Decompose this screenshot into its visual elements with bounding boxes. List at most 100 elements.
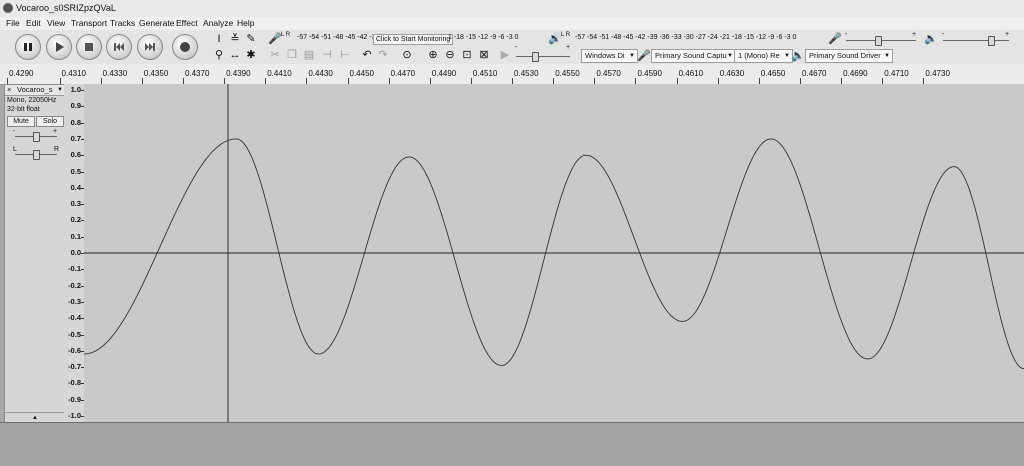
menu-transport[interactable]: Transport [71, 18, 107, 28]
playback-device-value: Primary Sound Driver [809, 51, 881, 60]
zoom-in-icon[interactable]: ⊕ [426, 48, 440, 62]
menu-effect[interactable]: Effect [176, 18, 198, 28]
amplitude-label: 0.7 [70, 133, 81, 143]
sync-lock-icon[interactable]: ⊙ [400, 48, 414, 62]
playback-device-icon: 🔈 [791, 50, 805, 62]
amplitude-label: -0.1 [68, 264, 81, 274]
menu-analyze[interactable]: Analyze [203, 18, 233, 28]
record-button[interactable] [172, 34, 198, 60]
menu-edit[interactable]: Edit [26, 18, 41, 28]
copy-icon[interactable]: ❐ [285, 48, 299, 62]
amplitude-label: 0.5 [70, 166, 81, 176]
gain-thumb[interactable] [33, 132, 40, 142]
pause-button[interactable] [15, 34, 41, 60]
mic-volume-thumb[interactable] [875, 36, 882, 46]
amplitude-label: -0.3 [68, 296, 81, 306]
host-value: Windows Di [585, 51, 625, 60]
selection-tool-icon[interactable]: I [212, 32, 226, 46]
stop-button[interactable] [76, 34, 102, 60]
play-button[interactable] [46, 34, 72, 60]
speaker-volume-max: + [1005, 31, 1010, 38]
ruler-tick-label: 0.4630 [719, 69, 745, 78]
waveform-area[interactable] [83, 84, 1024, 422]
playback-device-select[interactable]: Primary Sound Driver ▼ [805, 49, 893, 63]
close-track-icon[interactable]: × [7, 85, 11, 95]
ruler-tick-label: 0.4610 [678, 69, 704, 78]
envelope-tool-icon[interactable]: ≚ [228, 32, 242, 46]
skip-to-end-button[interactable] [137, 34, 163, 60]
ruler-tick-label: 0.4650 [760, 69, 786, 78]
ruler-tick-label: 0.4470 [390, 69, 416, 78]
channels-select[interactable]: 1 (Mono) Re ▼ [734, 49, 793, 63]
amplitude-label: 0.6 [70, 150, 81, 160]
track-menu-chevron-icon[interactable]: ▼ [57, 85, 63, 95]
ruler-tick-label: 0.4730 [925, 69, 950, 78]
app-icon [3, 3, 13, 13]
fit-project-icon[interactable]: ⊠ [477, 48, 491, 62]
track-name-bar[interactable]: × Vocaroo_s ▼ [5, 85, 65, 96]
amplitude-label: 0.1 [70, 231, 81, 241]
silence-icon[interactable]: ⊢ [338, 48, 352, 62]
menu-view[interactable]: View [47, 18, 65, 28]
menu-generate[interactable]: Generate [139, 18, 174, 28]
speaker-volume-track[interactable] [943, 40, 1009, 41]
undo-icon[interactable]: ↶ [360, 48, 374, 62]
ruler-tick-label: 0.4690 [843, 69, 868, 78]
mic-volume-icon: 🎤 [828, 33, 842, 45]
amplitude-label: -0.8 [68, 378, 81, 388]
ruler-tick-label: 0.4490 [431, 69, 457, 78]
timeline-ruler[interactable]: 0.4290 0.4310 0.4330 0.4350 0.4370 0.4390 0.44… [0, 64, 1024, 85]
timeshift-tool-icon[interactable]: ↔ [228, 48, 242, 62]
play-speed-thumb[interactable] [532, 52, 539, 62]
pan-thumb[interactable] [33, 150, 40, 160]
amplitude-label: -0.5 [68, 329, 81, 339]
redo-icon[interactable]: ↷ [376, 48, 390, 62]
zoom-out-icon[interactable]: ⊖ [443, 48, 457, 62]
microphone-icon[interactable]: 🎤 [268, 32, 282, 46]
mute-button[interactable]: Mute [7, 116, 35, 127]
ruler-tick-label: 0.4330 [102, 69, 128, 78]
speaker-volume-min: - [942, 31, 945, 38]
paste-icon[interactable]: ▤ [302, 48, 316, 62]
recording-device-select[interactable]: Primary Sound Captu ▼ [651, 49, 736, 63]
track-name[interactable]: Vocaroo_s [17, 85, 52, 95]
start-monitoring-button[interactable]: Click to Start Monitoring [373, 34, 454, 45]
waveform-svg [83, 84, 1024, 422]
host-select[interactable]: Windows Di ▼ [581, 49, 638, 63]
speaker-meter-icon[interactable]: 🔊 [548, 32, 562, 46]
pan-right-label: R [54, 146, 60, 153]
record-meter-scale: -57 -54 -51 -48 -45 -42 -3 [297, 34, 376, 41]
fit-selection-icon[interactable]: ⊡ [460, 48, 474, 62]
title-bar: Vocaroo_s0SRIZpzQVaL [0, 0, 1024, 18]
trim-icon[interactable]: ⊣ [320, 48, 334, 62]
mic-volume-min: - [845, 31, 848, 38]
amplitude-label: 0.4 [70, 182, 81, 192]
amplitude-label: 0.9 [70, 101, 81, 111]
amplitude-label: 1.0 [70, 85, 81, 94]
speed-min: - [515, 44, 518, 51]
menu-file[interactable]: File [6, 18, 20, 28]
solo-button[interactable]: Solo [36, 116, 64, 127]
play-icon [56, 42, 64, 52]
skip-to-start-button[interactable] [106, 34, 132, 60]
empty-track-area[interactable] [0, 422, 1024, 466]
draw-tool-icon[interactable]: ✎ [244, 32, 258, 46]
cut-icon[interactable]: ✂ [268, 48, 282, 62]
gain-min: - [13, 128, 16, 135]
play-at-speed-icon[interactable]: ▶ [498, 48, 512, 62]
speaker-volume-thumb[interactable] [988, 36, 995, 46]
ruler-tick-label: 0.4430 [308, 69, 333, 78]
zoom-tool-icon[interactable]: ⚲ [212, 48, 226, 62]
amplitude-label: -0.7 [68, 362, 81, 372]
amplitude-label: -0.4 [68, 313, 81, 323]
ruler-tick-label: 0.4530 [514, 69, 539, 78]
multi-tool-icon[interactable]: ✱ [244, 48, 258, 62]
track-control-panel: × Vocaroo_s ▼ Mono, 22050Hz 32-bit float… [4, 84, 66, 424]
chevron-down-icon: ▼ [629, 53, 635, 59]
channels-value: 1 (Mono) Re [738, 51, 780, 60]
menu-help[interactable]: Help [237, 18, 254, 28]
play-speed-track[interactable] [516, 56, 570, 57]
play-meter-scale: -57 -54 -51 -48 -45 -42 -39 -36 -33 -30 … [575, 34, 797, 41]
menu-tracks[interactable]: Tracks [110, 18, 135, 28]
gain-max: + [53, 128, 58, 135]
